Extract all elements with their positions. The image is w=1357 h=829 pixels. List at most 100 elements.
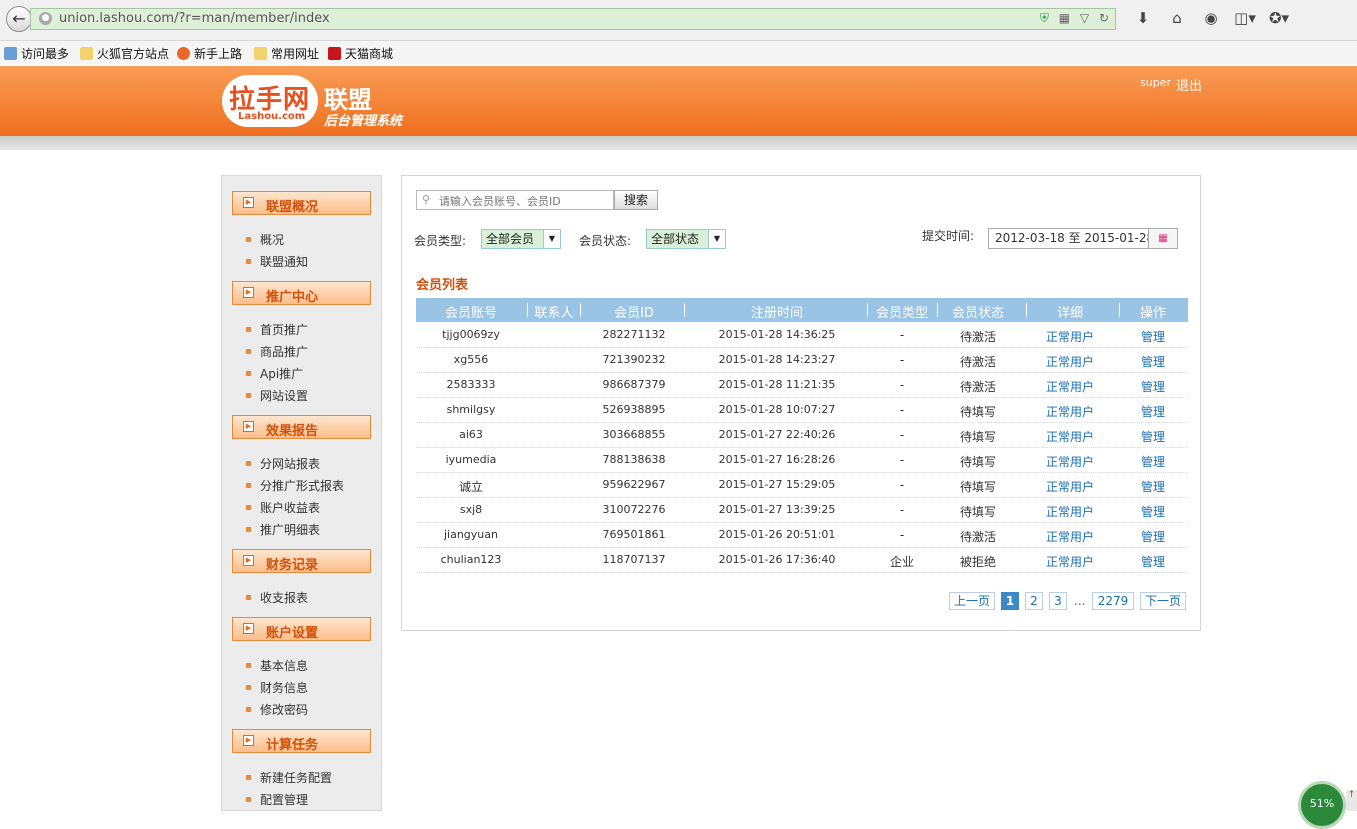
shield-icon[interactable]: ⛨ xyxy=(1040,11,1049,25)
cell-id: 788138638 xyxy=(602,453,666,466)
cell-detail[interactable]: 正常用户 xyxy=(1040,328,1100,345)
sidebar-item-finance-info[interactable]: 财务信息 xyxy=(246,679,308,696)
sync-icon[interactable]: ◉ xyxy=(1194,9,1228,27)
table-row: jiangyuan 769501861 2015-01-26 20:51:01 - 待激… xyxy=(416,523,1188,548)
cell-time: 2015-01-27 13:39:25 xyxy=(718,503,836,516)
sidebar-item-product-promotion[interactable]: 商品推广 xyxy=(246,343,308,360)
sidebar-section-account[interactable]: ▶ 账户设置 xyxy=(232,617,371,641)
sidebar-item-change-password[interactable]: 修改密码 xyxy=(246,701,308,718)
sidebar-item-site-report[interactable]: 分网站报表 xyxy=(246,455,320,472)
chevron-down-icon: ▼ xyxy=(543,230,560,248)
cell-op[interactable]: 管理 xyxy=(1123,528,1183,545)
sidebar-section-overview[interactable]: ▶ 联盟概况 xyxy=(232,191,371,215)
lashou-logo[interactable]: 拉手网 Lashou.com xyxy=(222,75,318,131)
member-status-label: 会员状态: xyxy=(579,234,632,248)
member-type-value: 全部会员 xyxy=(486,232,535,246)
bookmark-getting-started[interactable]: 新手上路 xyxy=(177,45,242,62)
search-icon: ⚲ xyxy=(422,193,431,206)
folder-icon xyxy=(80,47,93,60)
cell-op[interactable]: 管理 xyxy=(1123,478,1183,495)
cell-op[interactable]: 管理 xyxy=(1123,503,1183,520)
bookmark-icon xyxy=(4,47,17,60)
reload-icon[interactable]: ↻ xyxy=(1099,11,1109,25)
pages-icon[interactable]: ◫▾ xyxy=(1228,9,1262,27)
member-type-select[interactable]: 全部会员 ▼ xyxy=(481,229,561,249)
cell-detail[interactable]: 正常用户 xyxy=(1040,478,1100,495)
cell-time: 2015-01-28 11:21:35 xyxy=(718,378,836,391)
globe-icon: ● xyxy=(39,12,52,25)
sidebar-item-api-promotion[interactable]: Api推广 xyxy=(246,365,303,382)
back-arrow-icon[interactable]: ← xyxy=(6,6,32,32)
sidebar-section-label: 财务记录 xyxy=(266,558,319,573)
cell-detail[interactable]: 正常用户 xyxy=(1040,353,1100,370)
download-icon[interactable]: ⬇ xyxy=(1126,9,1160,27)
dropdown-triangle-icon[interactable]: ▽ xyxy=(1080,11,1089,25)
cell-op[interactable]: 管理 xyxy=(1123,453,1183,470)
search-input[interactable] xyxy=(437,192,611,210)
sidebar-section-reports[interactable]: ▶ 效果报告 xyxy=(232,415,371,439)
url-bar[interactable]: ● union.lashou.com/?r=man/member/index ⛨… xyxy=(30,8,1116,30)
column-header-member-status: 会员状态 xyxy=(951,306,1004,321)
sidebar-item-config-manage[interactable]: 配置管理 xyxy=(246,791,308,808)
cell-detail[interactable]: 正常用户 xyxy=(1040,378,1100,395)
next-page-button[interactable]: 下一页 xyxy=(1140,592,1186,610)
date-range-field[interactable]: 2012-03-18 至 2015-01-28 ▦ xyxy=(988,228,1178,249)
sidebar-item-basic-info[interactable]: 基本信息 xyxy=(246,657,308,674)
page-3-button[interactable]: 3 xyxy=(1049,592,1067,610)
qr-code-icon[interactable]: ▦ xyxy=(1059,11,1070,25)
cell-account: xg556 xyxy=(453,353,489,366)
cell-detail[interactable]: 正常用户 xyxy=(1040,428,1100,445)
cell-op[interactable]: 管理 xyxy=(1123,428,1183,445)
bookmark-tmall[interactable]: 天猫商城 xyxy=(328,45,393,62)
date-range-value: 2012-03-18 至 2015-01-28 xyxy=(995,231,1155,245)
sidebar-item-new-task-config[interactable]: 新建任务配置 xyxy=(246,769,332,786)
prev-page-button[interactable]: 上一页 xyxy=(949,592,995,610)
search-button[interactable]: 搜索 xyxy=(614,190,658,210)
cell-op[interactable]: 管理 xyxy=(1123,328,1183,345)
sidebar-item-detail-report[interactable]: 推广明细表 xyxy=(246,521,320,538)
cell-id: 303668855 xyxy=(602,428,666,441)
bookmark-most-visited[interactable]: 访问最多 xyxy=(4,45,69,62)
cell-detail[interactable]: 正常用户 xyxy=(1040,403,1100,420)
home-icon[interactable]: ⌂ xyxy=(1160,9,1194,27)
sidebar-item-overview[interactable]: 概况 xyxy=(246,231,284,248)
member-status-select[interactable]: 全部状态 ▼ xyxy=(646,229,726,249)
cell-detail[interactable]: 正常用户 xyxy=(1040,503,1100,520)
calendar-icon[interactable]: ▦ xyxy=(1148,229,1177,248)
cell-op[interactable]: 管理 xyxy=(1123,353,1183,370)
page-2-button[interactable]: 2 xyxy=(1025,592,1043,610)
table-row: tjjg0069zy 282271132 2015-01-28 14:36:25 - 待… xyxy=(416,323,1188,348)
cell-op[interactable]: 管理 xyxy=(1123,403,1183,420)
sidebar-item-notices[interactable]: 联盟通知 xyxy=(246,253,308,270)
cell-account: 2583333 xyxy=(446,378,496,391)
sidebar-section-tasks[interactable]: ▶ 计算任务 xyxy=(232,729,371,753)
table-row: iyumedia 788138638 2015-01-27 16:28:26 - 待填写… xyxy=(416,448,1188,473)
last-page-button[interactable]: 2279 xyxy=(1092,592,1134,610)
cell-op[interactable]: 管理 xyxy=(1123,378,1183,395)
cell-detail[interactable]: 正常用户 xyxy=(1040,528,1100,545)
sidebar-item-income-report[interactable]: 账户收益表 xyxy=(246,499,320,516)
bookmark-firefox-site[interactable]: 火狐官方站点 xyxy=(80,45,169,62)
sidebar-section-promotion[interactable]: ▶ 推广中心 xyxy=(232,281,371,305)
cell-account: sxj8 xyxy=(459,503,483,516)
cell-detail[interactable]: 正常用户 xyxy=(1040,453,1100,470)
sidebar-item-income-expense[interactable]: 收支报表 xyxy=(246,589,308,606)
page-header: 拉手网 Lashou.com 联盟 后台管理系统 super 退出 xyxy=(0,66,1357,136)
tmall-icon xyxy=(328,47,341,60)
sidebar-section-label: 计算任务 xyxy=(266,738,319,753)
scroll-up-arrow-icon[interactable]: ↑ xyxy=(1346,790,1357,811)
cell-detail[interactable]: 正常用户 xyxy=(1040,553,1100,570)
page-1-button[interactable]: 1 xyxy=(1001,592,1019,610)
bookmark-common-sites[interactable]: 常用网址 xyxy=(254,45,319,62)
cell-op[interactable]: 管理 xyxy=(1123,553,1183,570)
sidebar-item-home-promotion[interactable]: 首页推广 xyxy=(246,321,308,338)
cell-id: 118707137 xyxy=(602,553,666,566)
logout-link[interactable]: 退出 xyxy=(1176,75,1202,94)
status-badge[interactable]: 51% xyxy=(1298,781,1346,829)
addon-icon[interactable]: ✪▾ xyxy=(1262,9,1296,27)
sidebar-item-form-report[interactable]: 分推广形式报表 xyxy=(246,477,344,494)
play-icon: ▶ xyxy=(243,623,254,634)
sidebar-section-finance[interactable]: ▶ 财务记录 xyxy=(232,549,371,573)
url-text[interactable]: union.lashou.com/?r=man/member/index xyxy=(59,11,330,26)
sidebar-item-site-settings[interactable]: 网站设置 xyxy=(246,387,308,404)
